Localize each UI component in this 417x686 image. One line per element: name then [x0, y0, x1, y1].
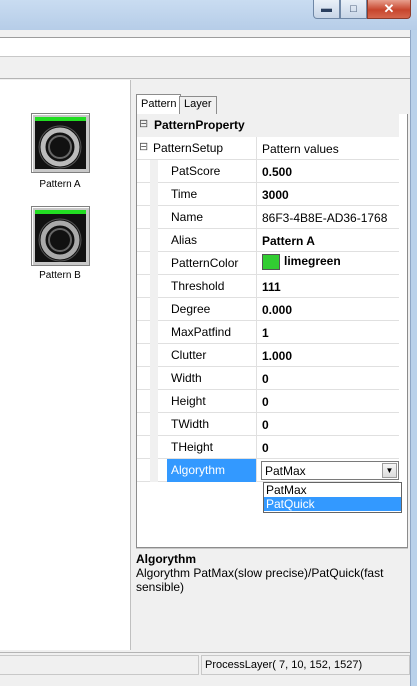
status-panel-left	[0, 655, 199, 675]
property-name: Name	[171, 206, 257, 229]
collapse-icon[interactable]: ⊟	[139, 142, 148, 153]
pattern-thumbnail-a[interactable]	[31, 113, 90, 173]
property-grid: ⊟ PatternProperty ⊟ PatternSetup Pattern…	[136, 114, 408, 548]
property-name: Threshold	[171, 275, 257, 298]
property-value[interactable]: 1.000	[258, 344, 399, 367]
minimize-button[interactable]: ▬	[313, 0, 340, 19]
maximize-button[interactable]: □	[340, 0, 367, 19]
property-row-degree[interactable]: Degree 0.000	[137, 298, 399, 321]
property-value[interactable]: 0.500	[258, 160, 399, 183]
minimize-icon: ▬	[321, 3, 332, 15]
category-label: PatternProperty	[154, 118, 245, 132]
ring-image-icon	[38, 125, 82, 169]
description-title: Algorythm	[136, 552, 196, 566]
description-pane: Algorythm Algorythm PatMax(slow precise)…	[136, 548, 408, 646]
property-name: THeight	[171, 436, 257, 459]
property-name: Alias	[171, 229, 257, 252]
property-value[interactable]: 111	[258, 275, 399, 298]
color-swatch	[262, 254, 280, 270]
pattern-label-a[interactable]: Pattern A	[20, 179, 100, 190]
property-name-selected: Algorythm	[167, 459, 257, 482]
setup-name: PatternSetup	[153, 137, 257, 160]
property-row-time[interactable]: Time 3000	[137, 183, 399, 206]
property-panel: Pattern Layer ⊟ PatternProperty ⊟ Patter…	[132, 80, 410, 650]
property-name: TWidth	[171, 413, 257, 436]
property-name: Width	[171, 367, 257, 390]
property-value[interactable]: Pattern A	[258, 229, 399, 252]
property-row-algorythm[interactable]: Algorythm PatMax ▼	[137, 459, 399, 482]
property-value[interactable]: 86F3-4B8E-AD36-1768	[258, 206, 399, 229]
window-controls: ▬ □ ✕	[313, 0, 411, 19]
color-value: limegreen	[284, 254, 341, 269]
pattern-image	[35, 117, 86, 169]
property-name: Degree	[171, 298, 257, 321]
property-value[interactable]: 3000	[258, 183, 399, 206]
property-row-maxpatfind[interactable]: MaxPatfind 1	[137, 321, 399, 344]
property-row-clutter[interactable]: Clutter 1.000	[137, 344, 399, 367]
property-name: PatScore	[171, 160, 257, 183]
property-row-theight[interactable]: THeight 0	[137, 436, 399, 459]
property-value[interactable]: 0	[258, 413, 399, 436]
property-row-alias[interactable]: Alias Pattern A	[137, 229, 399, 252]
property-row-threshold[interactable]: Threshold 111	[137, 275, 399, 298]
close-button[interactable]: ✕	[367, 0, 411, 19]
property-value[interactable]: 0.000	[258, 298, 399, 321]
chevron-down-icon[interactable]: ▼	[382, 463, 397, 478]
property-value[interactable]: 0	[258, 390, 399, 413]
pattern-label-b[interactable]: Pattern B	[20, 270, 100, 281]
close-icon: ✕	[383, 1, 395, 16]
setup-row[interactable]: ⊟ PatternSetup Pattern values	[137, 137, 399, 160]
ring-image-icon	[38, 218, 82, 262]
maximize-icon: □	[350, 3, 357, 15]
dropdown-option-patmax[interactable]: PatMax	[264, 483, 401, 497]
pattern-image	[35, 210, 86, 262]
window-titlebar: ▬ □ ✕	[0, 0, 417, 30]
pattern-list-panel: Pattern A Pattern B	[0, 80, 131, 650]
property-row-patscore[interactable]: PatScore 0.500	[137, 160, 399, 183]
pattern-thumbnail-b[interactable]	[31, 206, 90, 266]
property-name: PatternColor	[171, 252, 257, 275]
status-bar: ProcessLayer( 7, 10, 152, 1527)	[0, 652, 410, 686]
category-row[interactable]: ⊟ PatternProperty	[137, 114, 399, 137]
status-text: ProcessLayer( 7, 10, 152, 1527)	[201, 655, 410, 675]
property-value[interactable]: 1	[258, 321, 399, 344]
algorythm-select[interactable]: PatMax ▼	[261, 461, 399, 480]
property-row-twidth[interactable]: TWidth 0	[137, 413, 399, 436]
property-name: Time	[171, 183, 257, 206]
property-name: MaxPatfind	[171, 321, 257, 344]
property-value[interactable]: 0	[258, 367, 399, 390]
collapse-icon[interactable]: ⊟	[139, 119, 148, 130]
property-name: Clutter	[171, 344, 257, 367]
top-strip	[0, 30, 410, 79]
property-row-width[interactable]: Width 0	[137, 367, 399, 390]
property-row-patterncolor[interactable]: PatternColor limegreen	[137, 252, 399, 275]
tab-layer[interactable]: Layer	[179, 96, 217, 114]
description-text: Algorythm PatMax(slow precise)/PatQuick(…	[136, 566, 384, 594]
property-value[interactable]: limegreen	[258, 252, 399, 275]
property-row-name[interactable]: Name 86F3-4B8E-AD36-1768	[137, 206, 399, 229]
setup-value: Pattern values	[262, 142, 339, 156]
app-window: Pattern A Pattern B Pattern Layer ⊟ Patt…	[0, 30, 410, 686]
tab-pattern[interactable]: Pattern	[136, 94, 182, 114]
top-strip-field	[0, 37, 410, 57]
select-value: PatMax	[265, 464, 306, 478]
dropdown-option-patquick[interactable]: PatQuick	[264, 497, 401, 511]
property-value[interactable]: 0	[258, 436, 399, 459]
property-row-height[interactable]: Height 0	[137, 390, 399, 413]
window-frame-edge	[410, 30, 417, 686]
dropdown-list: PatMax PatQuick	[263, 482, 402, 513]
property-name: Height	[171, 390, 257, 413]
